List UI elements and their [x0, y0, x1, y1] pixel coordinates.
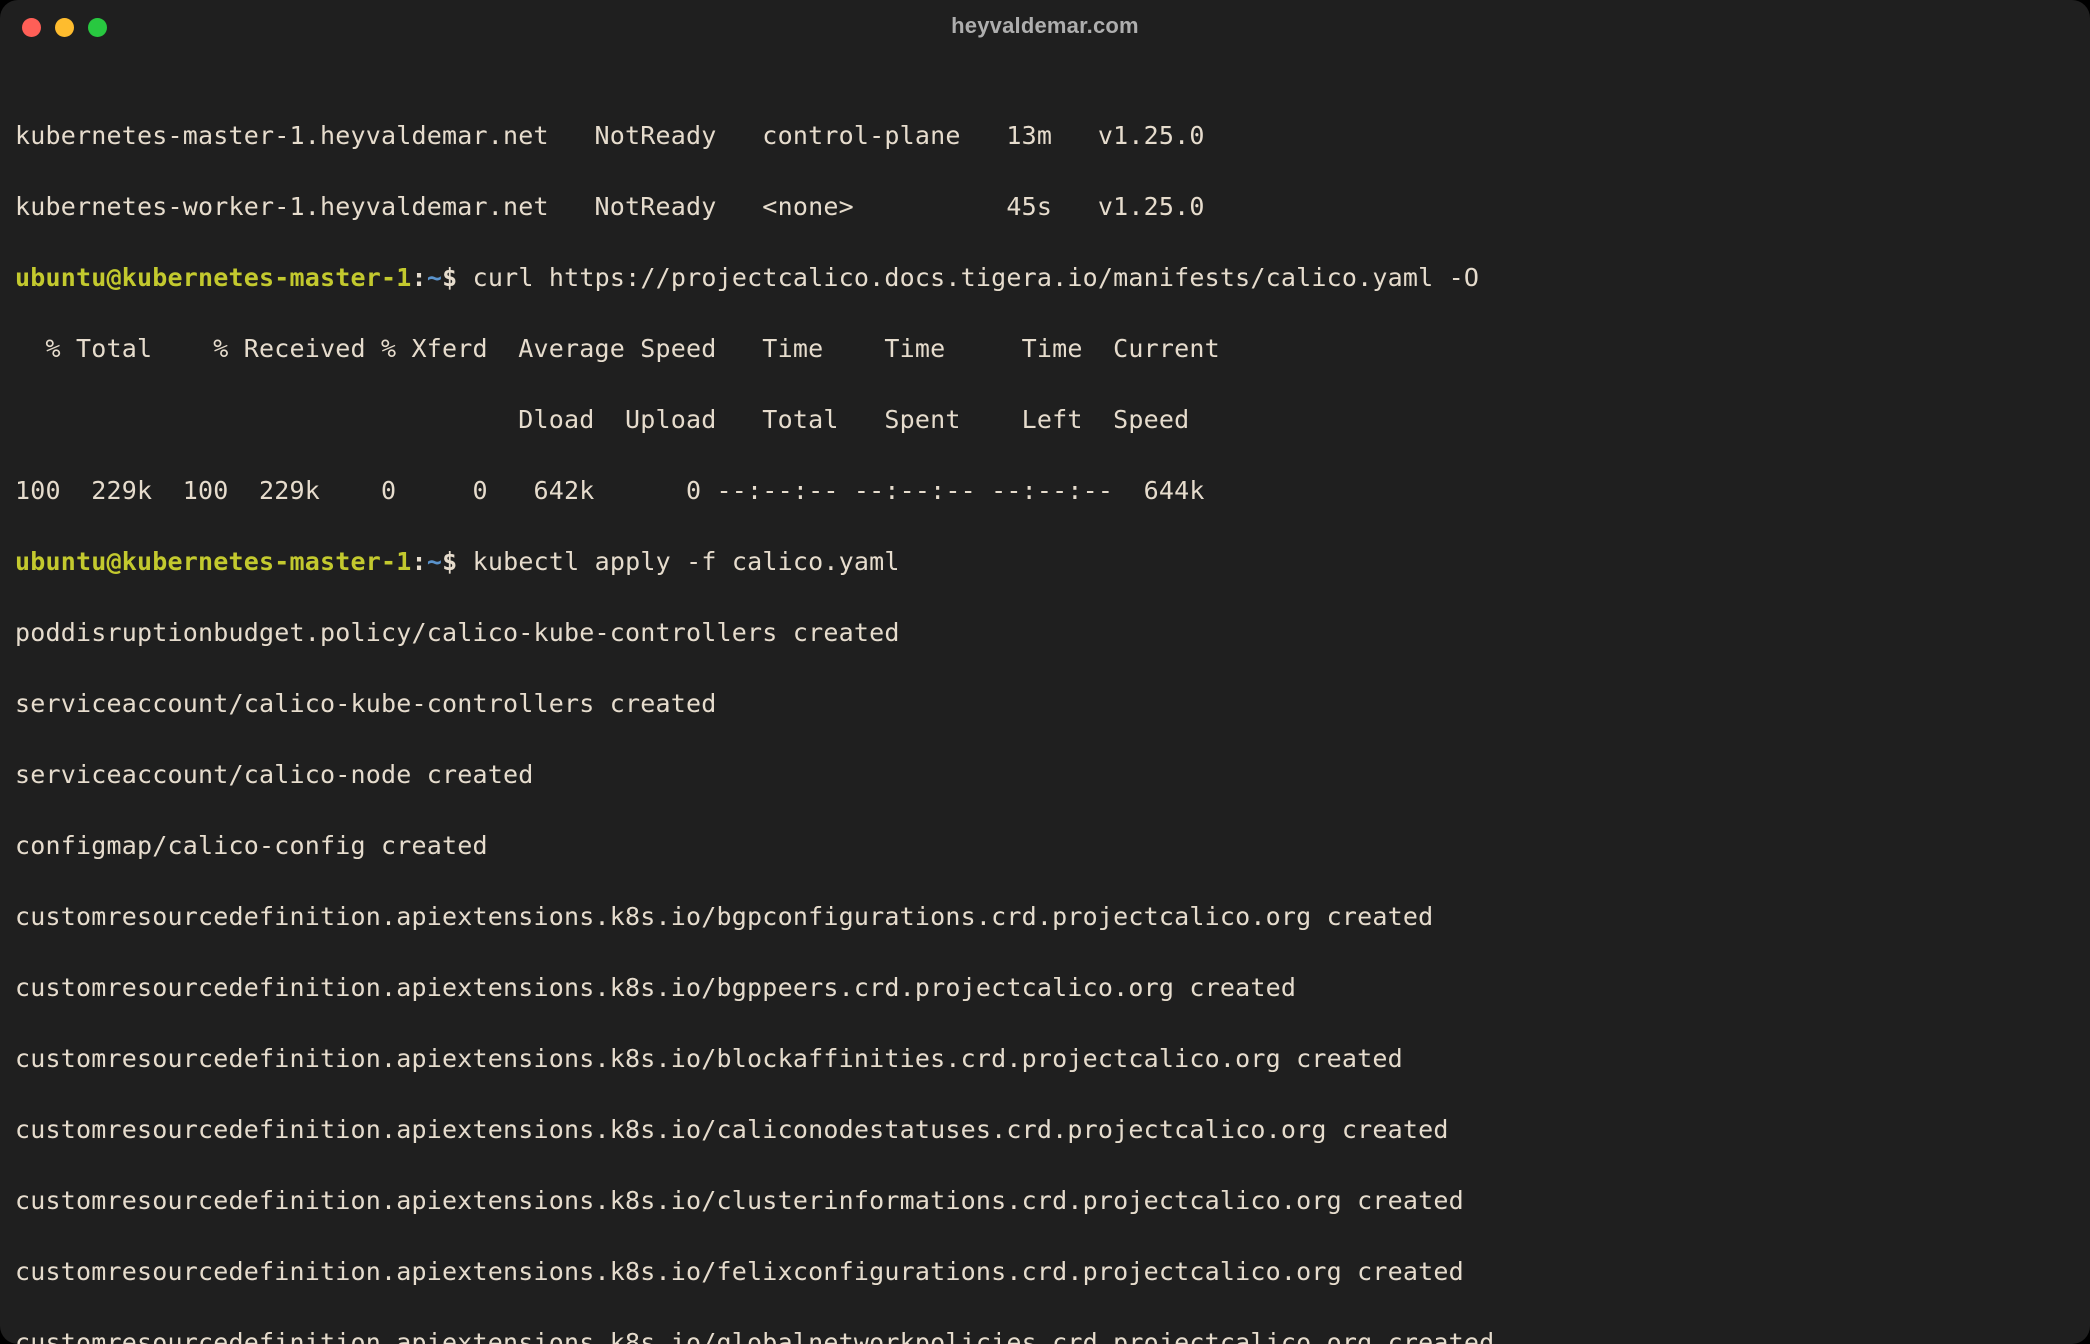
apply-output-line: configmap/calico-config created — [15, 828, 2075, 864]
window-title: heyvaldemar.com — [0, 8, 2090, 44]
window-controls — [22, 18, 107, 37]
prompt-dollar: $ — [442, 547, 457, 576]
curl-output-line: 100 229k 100 229k 0 0 642k 0 --:--:-- --… — [15, 473, 2075, 509]
node-status-line: kubernetes-master-1.heyvaldemar.net NotR… — [15, 118, 2075, 154]
node-status-line: kubernetes-worker-1.heyvaldemar.net NotR… — [15, 189, 2075, 225]
apply-output-line: customresourcedefinition.apiextensions.k… — [15, 1112, 2075, 1148]
apply-output-line: customresourcedefinition.apiextensions.k… — [15, 1325, 2075, 1344]
apply-output-line: poddisruptionbudget.policy/calico-kube-c… — [15, 615, 2075, 651]
command-text: kubectl apply -f calico.yaml — [457, 547, 899, 576]
prompt-line: ubuntu@kubernetes-master-1:~$ curl https… — [15, 260, 2075, 296]
minimize-icon[interactable] — [55, 18, 74, 37]
apply-output-line: serviceaccount/calico-node created — [15, 757, 2075, 793]
apply-output-line: customresourcedefinition.apiextensions.k… — [15, 1254, 2075, 1290]
prompt-path: ~ — [427, 547, 442, 576]
apply-output-line: customresourcedefinition.apiextensions.k… — [15, 970, 2075, 1006]
terminal-window: heyvaldemar.com kubernetes-master-1.heyv… — [0, 0, 2090, 1344]
maximize-icon[interactable] — [88, 18, 107, 37]
prompt-dollar: $ — [442, 263, 457, 292]
command-text: curl https://projectcalico.docs.tigera.i… — [457, 263, 1479, 292]
apply-output-line: customresourcedefinition.apiextensions.k… — [15, 1041, 2075, 1077]
apply-output-line: customresourcedefinition.apiextensions.k… — [15, 899, 2075, 935]
prompt-userhost: ubuntu@kubernetes-master-1 — [15, 263, 412, 292]
terminal-content[interactable]: kubernetes-master-1.heyvaldemar.net NotR… — [0, 52, 2090, 1344]
prompt-colon: : — [412, 263, 427, 292]
close-icon[interactable] — [22, 18, 41, 37]
titlebar: heyvaldemar.com — [0, 0, 2090, 52]
prompt-line: ubuntu@kubernetes-master-1:~$ kubectl ap… — [15, 544, 2075, 580]
curl-output-line: % Total % Received % Xferd Average Speed… — [15, 331, 2075, 367]
apply-output-line: customresourcedefinition.apiextensions.k… — [15, 1183, 2075, 1219]
prompt-colon: : — [412, 547, 427, 576]
prompt-path: ~ — [427, 263, 442, 292]
curl-output-line: Dload Upload Total Spent Left Speed — [15, 402, 2075, 438]
prompt-userhost: ubuntu@kubernetes-master-1 — [15, 547, 412, 576]
apply-output-line: serviceaccount/calico-kube-controllers c… — [15, 686, 2075, 722]
